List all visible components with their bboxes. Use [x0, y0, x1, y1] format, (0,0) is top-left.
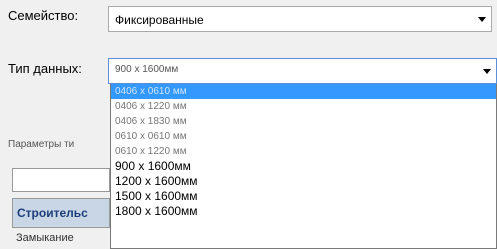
dropdown-option[interactable]: 0406 x 0610 мм: [111, 84, 496, 99]
type-value: 900 x 1600мм: [115, 64, 179, 75]
table-row[interactable]: Замыкание: [12, 229, 110, 249]
params-field[interactable]: [12, 168, 110, 192]
type-combobox[interactable]: 900 x 1600мм: [108, 58, 497, 84]
type-label: Тип данных:: [8, 61, 82, 76]
dropdown-option[interactable]: 900 x 1600мм: [111, 159, 496, 174]
dropdown-option[interactable]: 0610 x 0610 мм: [111, 129, 496, 144]
dropdown-option[interactable]: 1500 x 1600мм: [111, 189, 496, 204]
chevron-down-icon[interactable]: [478, 17, 486, 22]
table-column-header[interactable]: Строительс: [12, 198, 110, 228]
family-combobox[interactable]: Фиксированные: [108, 6, 492, 32]
dropdown-option[interactable]: 1800 x 1600мм: [111, 204, 496, 219]
type-dropdown-list[interactable]: 0406 x 0610 мм 0406 x 1220 мм 0406 x 183…: [110, 84, 497, 249]
params-label: Параметры ти: [8, 139, 75, 150]
family-label: Семейство:: [8, 8, 79, 23]
dropdown-option[interactable]: 1200 x 1600мм: [111, 174, 496, 189]
dropdown-option[interactable]: 0406 x 1830 мм: [111, 114, 496, 129]
dropdown-option[interactable]: 0610 x 1220 мм: [111, 144, 496, 159]
dropdown-option[interactable]: 0406 x 1220 мм: [111, 99, 496, 114]
chevron-down-icon[interactable]: [483, 69, 491, 74]
family-value: Фиксированные: [115, 13, 204, 27]
